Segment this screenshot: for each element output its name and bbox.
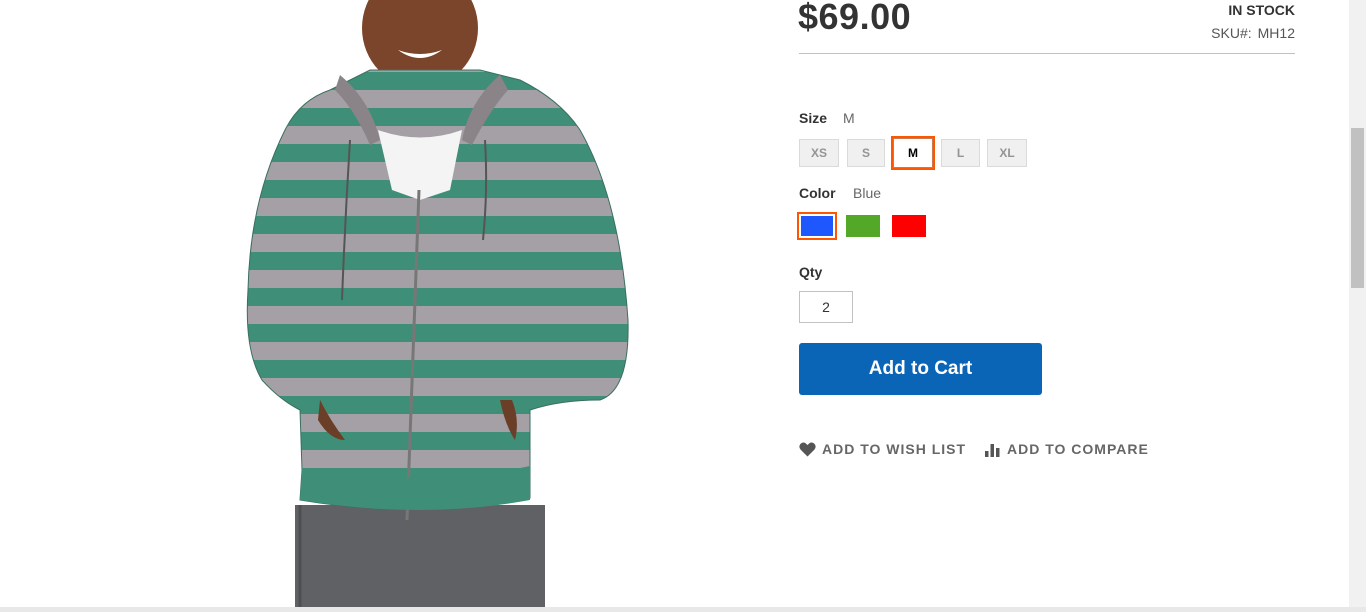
size-label: Size: [799, 110, 828, 126]
color-swatch-red[interactable]: [892, 215, 926, 237]
qty-label: Qty: [799, 264, 823, 280]
vertical-scrollbar[interactable]: [1349, 0, 1366, 607]
add-to-cart-button[interactable]: Add to Cart: [799, 343, 1042, 395]
scrollbar-thumb[interactable]: [1351, 128, 1364, 288]
product-price: $69.00: [798, 0, 912, 37]
sku-label: SKU#:: [1211, 25, 1252, 41]
color-swatch-blue[interactable]: [797, 212, 837, 240]
size-swatch-l[interactable]: L: [941, 139, 980, 167]
stock-status: IN STOCK: [1228, 2, 1295, 18]
color-swatch-green[interactable]: [846, 215, 880, 237]
wish-list-label: ADD TO WISH LIST: [822, 441, 967, 457]
sku-value: MH12: [1257, 25, 1295, 41]
add-to-wish-list-link[interactable]: ADD TO WISH LIST: [799, 441, 966, 457]
product-image[interactable]: [0, 0, 780, 607]
size-swatch-m[interactable]: M: [891, 136, 935, 170]
horizontal-scrollbar[interactable]: [0, 607, 1366, 612]
hoodie-illustration: [246, 0, 629, 607]
heart-icon: [799, 442, 816, 456]
qty-input[interactable]: [799, 291, 853, 323]
size-swatch-xs[interactable]: XS: [799, 139, 839, 167]
compare-label: ADD TO COMPARE: [1007, 441, 1149, 457]
color-selected-value: Blue: [853, 185, 882, 201]
color-label: Color: [799, 185, 836, 201]
bar-chart-icon: [985, 443, 1000, 457]
product-sku: SKU#: MH12: [1211, 25, 1295, 41]
info-divider: [799, 53, 1295, 54]
size-selected-value: M: [843, 110, 855, 126]
add-to-compare-link[interactable]: ADD TO COMPARE: [984, 441, 1149, 457]
size-swatch-s[interactable]: S: [847, 139, 885, 167]
size-swatch-xl[interactable]: XL: [987, 139, 1027, 167]
